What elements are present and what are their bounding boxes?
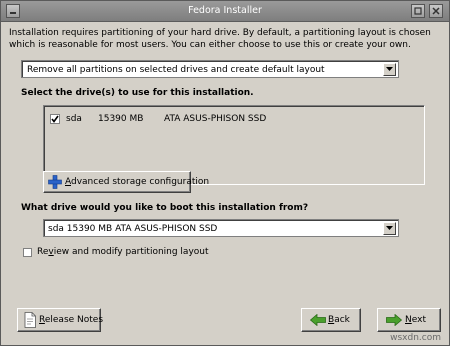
- document-icon: [24, 312, 36, 328]
- boot-drive-value: sda 15390 MB ATA ASUS-PHISON SSD: [48, 224, 218, 234]
- dropdown-arrow-icon[interactable]: [383, 222, 396, 235]
- checkmark-icon: [51, 115, 59, 123]
- content-area: Installation requires partitioning of yo…: [9, 23, 441, 343]
- plus-icon: [48, 175, 62, 189]
- partition-layout-select[interactable]: Remove all partitions on selected drives…: [21, 60, 399, 78]
- drive-name: sda: [66, 114, 82, 124]
- close-icon[interactable]: [429, 4, 443, 18]
- drive-model: ATA ASUS-PHISON SSD: [164, 114, 267, 124]
- drive-checkbox[interactable]: [50, 114, 60, 124]
- installer-window: Fedora Installer Installation requires p…: [0, 0, 450, 346]
- boot-drive-select[interactable]: sda 15390 MB ATA ASUS-PHISON SSD: [43, 219, 399, 237]
- back-arrow-icon: [310, 314, 326, 326]
- drive-select-label: Select the drive(s) to use for this inst…: [21, 88, 254, 98]
- release-notes-label: Release Notes: [39, 315, 104, 325]
- next-label: Next: [405, 315, 426, 325]
- review-checkbox[interactable]: [23, 248, 32, 257]
- dropdown-arrow-icon[interactable]: [383, 63, 396, 76]
- intro-text: Installation requires partitioning of yo…: [9, 28, 431, 50]
- title-bar[interactable]: Fedora Installer: [1, 1, 449, 22]
- boot-drive-label: What drive would you like to boot this i…: [21, 203, 309, 213]
- next-button[interactable]: Next: [377, 308, 441, 332]
- next-arrow-icon: [386, 314, 402, 326]
- back-button[interactable]: Back: [301, 308, 361, 332]
- partition-layout-value: Remove all partitions on selected drives…: [27, 65, 325, 75]
- review-label[interactable]: Review and modify partitioning layout: [37, 247, 209, 257]
- advanced-storage-label: Advanced storage configuration: [65, 177, 210, 187]
- advanced-storage-button[interactable]: Advanced storage configuration: [43, 171, 209, 193]
- maximize-icon[interactable]: [411, 4, 425, 18]
- drive-row[interactable]: sda 15390 MB ATA ASUS-PHISON SSD: [50, 112, 410, 126]
- release-notes-button[interactable]: Release Notes: [17, 308, 104, 332]
- drive-size: 15390 MB: [98, 114, 144, 124]
- back-label: Back: [328, 315, 350, 325]
- watermark: wsxdn.com: [390, 333, 441, 343]
- window-title: Fedora Installer: [188, 5, 262, 16]
